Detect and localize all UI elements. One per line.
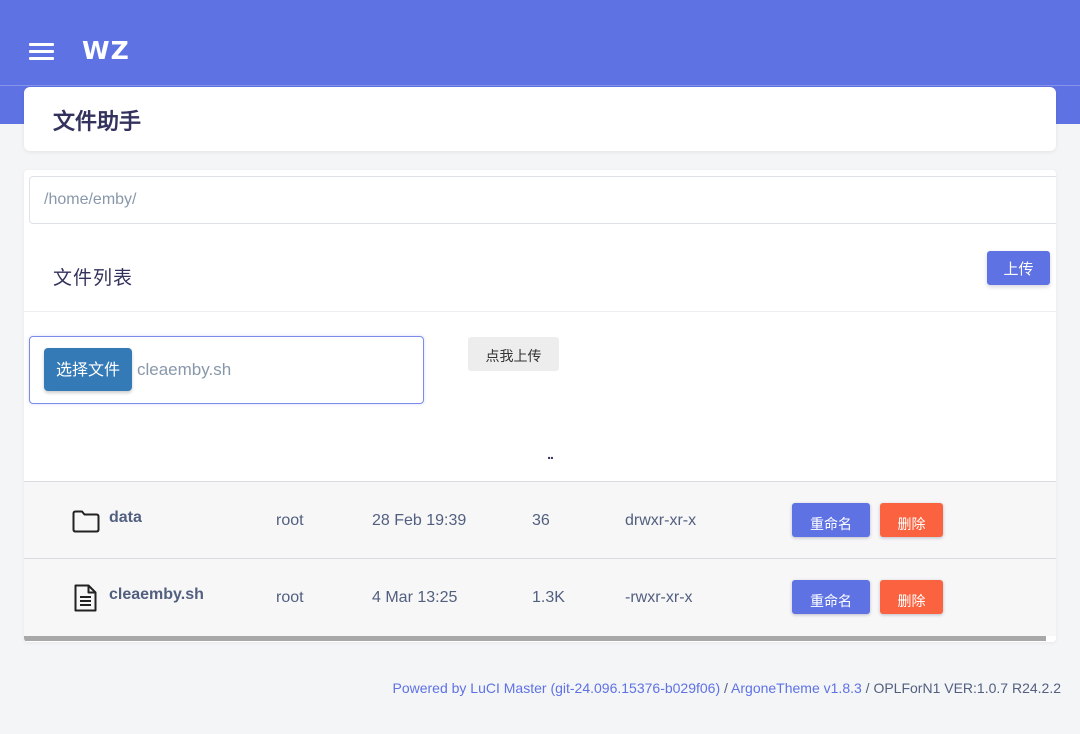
document-icon <box>71 583 101 613</box>
file-owner: root <box>276 589 304 606</box>
file-modified-time: 28 Feb 19:39 <box>372 512 467 529</box>
divider <box>24 311 1056 312</box>
firmware-version: OPLForN1 VER:1.0.7 R24.2.2 <box>873 680 1061 696</box>
brand-logo[interactable]: WZ <box>82 36 130 65</box>
theme-link[interactable]: ArgoneTheme v1.8.3 <box>731 680 862 696</box>
footer-separator: / <box>861 680 874 696</box>
file-name-link[interactable]: data <box>109 509 142 527</box>
table-row: data root 28 Feb 19:39 36 drwxr-xr-x 重命名… <box>24 481 1056 559</box>
file-picker[interactable]: 选择文件 cleaemby.sh <box>29 336 424 404</box>
footer: Powered by LuCI Master (git-24.096.15376… <box>392 680 1061 696</box>
table-row: cleaemby.sh root 4 Mar 13:25 1.3K -rwxr-… <box>24 558 1056 636</box>
file-owner: root <box>276 512 304 529</box>
file-modified-time: 4 Mar 13:25 <box>372 589 458 606</box>
luci-link[interactable]: Powered by LuCI Master (git-24.096.15376… <box>392 680 720 696</box>
file-size: 1.3K <box>532 589 565 606</box>
upload-toggle-button[interactable]: 上传 <box>987 251 1050 285</box>
rename-button[interactable]: 重命名 <box>792 503 870 537</box>
title-card: 文件助手 <box>24 87 1056 151</box>
delete-button[interactable]: 删除 <box>880 580 943 614</box>
choose-file-button[interactable]: 选择文件 <box>44 348 132 391</box>
folder-icon <box>71 506 101 536</box>
chosen-file-name: cleaemby.sh <box>137 360 232 379</box>
file-list-title: 文件列表 <box>53 267 134 289</box>
horizontal-scrollbar[interactable] <box>24 636 1046 641</box>
upload-submit-button[interactable]: 点我上传 <box>468 337 559 371</box>
file-name-link[interactable]: cleaemby.sh <box>109 586 204 604</box>
delete-button[interactable]: 删除 <box>880 503 943 537</box>
menu-icon[interactable] <box>29 41 55 61</box>
file-manager-card: 文件列表 上传 选择文件 cleaemby.sh 点我上传 .. data ro… <box>24 170 1056 642</box>
header-divider <box>0 85 1080 86</box>
file-permissions: drwxr-xr-x <box>625 512 697 529</box>
file-size: 36 <box>532 512 550 529</box>
footer-separator: / <box>720 680 732 696</box>
file-permissions: -rwxr-xr-x <box>625 589 693 606</box>
rename-button[interactable]: 重命名 <box>792 580 870 614</box>
parent-directory-link[interactable]: .. <box>542 446 558 462</box>
path-input[interactable] <box>29 176 1056 224</box>
page-title: 文件助手 <box>53 110 142 135</box>
